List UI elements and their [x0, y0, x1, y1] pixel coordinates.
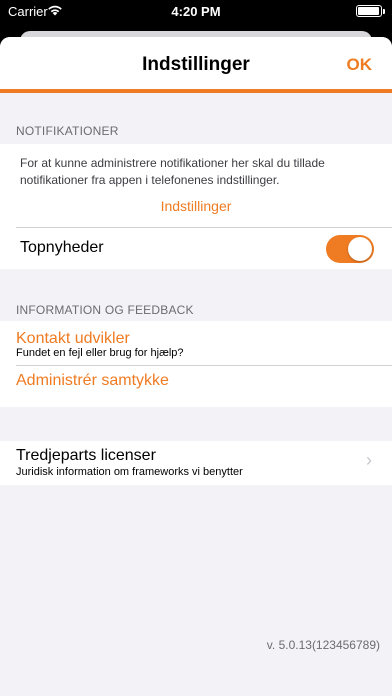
- licenses-subtitle: Juridisk information om frameworks vi be…: [16, 466, 243, 478]
- info-group: Kontakt udvikler Fundet en fejl eller br…: [0, 321, 392, 407]
- licenses-title: Tredjeparts licenser: [16, 447, 156, 464]
- divider: [16, 227, 392, 228]
- toggle-knob: [348, 237, 372, 261]
- topnews-toggle[interactable]: [326, 235, 374, 263]
- battery-icon: [356, 5, 385, 17]
- chevron-right-icon: ›: [366, 450, 372, 470]
- notifications-group: For at kunne administrere notifikationer…: [0, 144, 392, 269]
- navigation-bar: Indstillinger OK: [0, 37, 392, 93]
- settings-link[interactable]: Indstillinger: [0, 198, 392, 214]
- status-bar: Carrier 4:20 PM: [0, 0, 392, 24]
- contact-developer-item[interactable]: Kontakt udvikler Fundet en fejl eller br…: [0, 321, 392, 365]
- settings-sheet: Indstillinger OK NOTIFIKATIONER For at k…: [0, 37, 392, 696]
- topnews-label: Topnyheder: [20, 239, 104, 256]
- manage-consent-item[interactable]: Administrér samtykke: [0, 366, 392, 407]
- info-section-header: INFORMATION OG FEEDBACK: [16, 303, 194, 317]
- contact-developer-subtitle: Fundet en fejl eller brug for hjælp?: [16, 347, 184, 359]
- contact-developer-title: Kontakt udvikler: [16, 330, 130, 347]
- status-time: 4:20 PM: [171, 4, 221, 19]
- notifications-note: For at kunne administrere notifikationer…: [20, 156, 325, 187]
- notifications-section-header: NOTIFIKATIONER: [16, 124, 119, 138]
- ok-button[interactable]: OK: [347, 55, 373, 75]
- licenses-item[interactable]: Tredjeparts licenser Juridisk informatio…: [0, 441, 392, 485]
- page-title: Indstillinger: [142, 54, 250, 75]
- version-label: v. 5.0.13(123456789): [266, 638, 380, 652]
- manage-consent-title: Administrér samtykke: [16, 372, 169, 389]
